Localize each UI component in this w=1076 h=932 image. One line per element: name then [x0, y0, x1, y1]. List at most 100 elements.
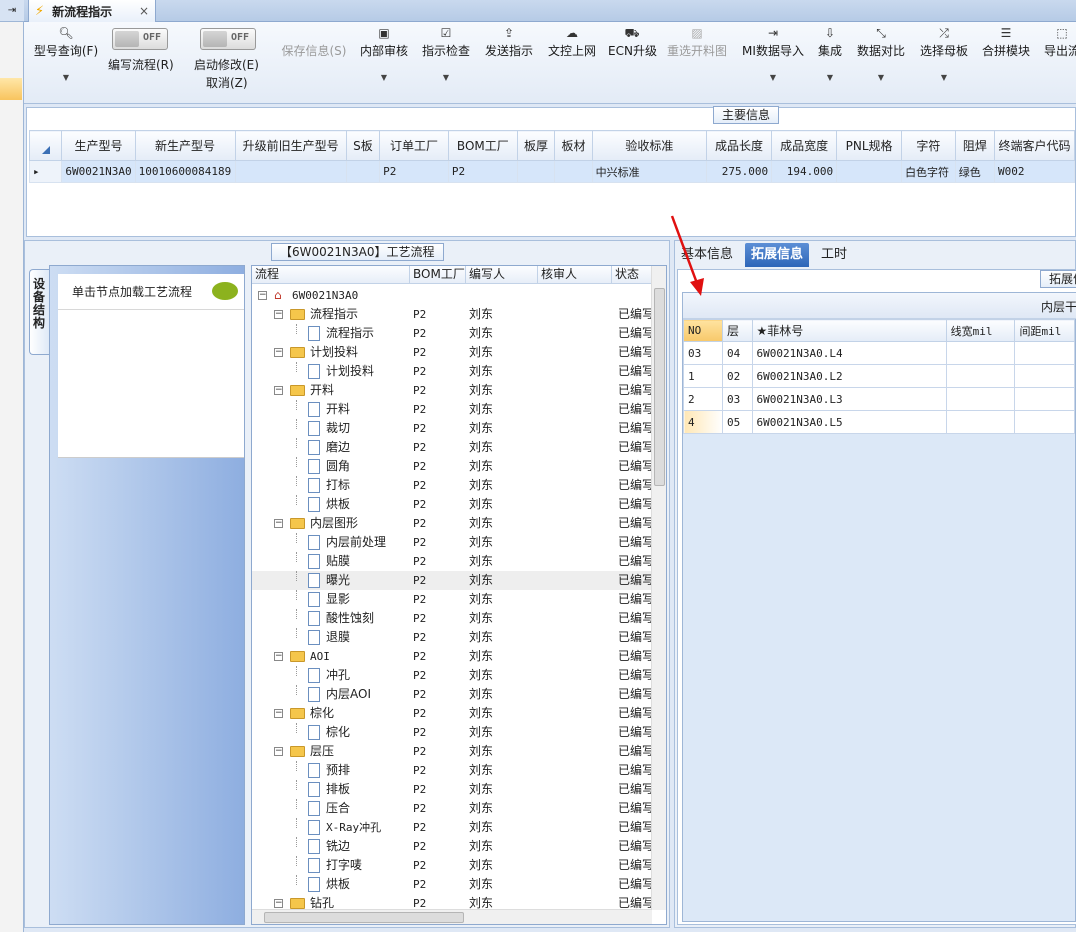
select-mother-button[interactable]: ⤮ 选择母板 ▼	[918, 22, 970, 82]
column-header[interactable]: BOM工厂	[447, 130, 518, 161]
film-column-header[interactable]: 间距mil	[1014, 319, 1075, 342]
column-header[interactable]: 字符	[901, 130, 956, 161]
tree-row[interactable]: − 开料 P2 刘东 已编写	[252, 381, 652, 400]
collapse-icon[interactable]: −	[274, 519, 283, 528]
film-no-cell[interactable]: 2	[683, 387, 723, 411]
tree-row[interactable]: 内层AOI P2 刘东 已编写	[252, 685, 652, 704]
film-film-cell[interactable]: 6W0021N3A0.L5	[751, 410, 947, 434]
tree-node-label[interactable]: 流程指示	[310, 305, 358, 324]
tree-column-header[interactable]: 核审人	[538, 266, 612, 284]
internal-review-button[interactable]: ▣ 内部审核 ▼	[358, 22, 410, 82]
table-cell[interactable]	[234, 160, 347, 183]
tree-row[interactable]: 打字唛 P2 刘东 已编写	[252, 856, 652, 875]
mi-import-button[interactable]: ⇥ MI数据导入 ▼	[738, 22, 808, 82]
tree-node-label[interactable]: 曝光	[326, 571, 350, 590]
tree-column-header[interactable]: 流程	[252, 266, 410, 284]
integrate-button[interactable]: ⇩ 集成 ▼	[816, 22, 844, 82]
table-row[interactable]: 03 04 6W0021N3A0.L4	[683, 341, 1075, 365]
tree-row[interactable]: 圆角 P2 刘东 已编写	[252, 457, 652, 476]
tree-node-label[interactable]: 内层图形	[310, 514, 358, 533]
vertical-scrollbar[interactable]	[651, 266, 666, 910]
tree-node-label[interactable]: AOI	[310, 647, 330, 666]
tree-column-header[interactable]: 状态	[612, 266, 652, 284]
table-row[interactable]: 2 03 6W0021N3A0.L3	[683, 387, 1075, 411]
table-cell[interactable]: 275.000	[706, 160, 773, 183]
table-cell[interactable]: 白色字符	[901, 160, 956, 183]
film-column-header[interactable]: ★菲林号	[751, 319, 947, 342]
tree-node-label[interactable]: 棕化	[310, 704, 334, 723]
horizontal-scrollbar[interactable]	[252, 909, 652, 924]
tree-row[interactable]: − 层压 P2 刘东 已编写	[252, 742, 652, 761]
tree-node-label[interactable]: 棕化	[326, 723, 350, 742]
tab-device-structure[interactable]: 设备结构	[29, 269, 51, 355]
film-film-cell[interactable]: 6W0021N3A0.L3	[751, 387, 947, 411]
tree-row[interactable]: 排板 P2 刘东 已编写	[252, 780, 652, 799]
tree-node-label[interactable]: 打字唛	[326, 856, 362, 875]
collapse-icon[interactable]: −	[274, 747, 283, 756]
collapse-icon[interactable]: −	[274, 386, 283, 395]
tree-row[interactable]: − ⌂ 6W0021N3A0	[252, 286, 652, 305]
table-cell[interactable]	[554, 160, 593, 183]
model-query-button[interactable]: 🔍︎ 型号查询(F) ▼	[30, 22, 102, 82]
tree-node-label[interactable]: 6W0021N3A0	[292, 286, 358, 305]
tree-row[interactable]: X-Ray冲孔 P2 刘东 已编写	[252, 818, 652, 837]
dropdown-arrow-icon[interactable]: ▼	[854, 73, 908, 82]
table-cell[interactable]	[1014, 341, 1075, 365]
column-header[interactable]: 生产型号	[61, 130, 136, 161]
tab-new-flow-instruction[interactable]: ⚡ 新流程指示 ×	[28, 0, 156, 22]
table-cell[interactable]	[945, 341, 1016, 365]
tree-node-label[interactable]: 裁切	[326, 419, 350, 438]
tree-node-label[interactable]: 圆角	[326, 457, 350, 476]
tree-row[interactable]: 内层前处理 P2 刘东 已编写	[252, 533, 652, 552]
dropdown-arrow-icon[interactable]: ▼	[816, 73, 844, 82]
tree-node-label[interactable]: 开料	[326, 400, 350, 419]
column-header[interactable]: 板材	[554, 130, 593, 161]
film-no-cell[interactable]: 4	[683, 410, 723, 434]
dropdown-arrow-icon[interactable]: ▼	[358, 73, 410, 82]
tree-node-label[interactable]: 铣边	[326, 837, 350, 856]
tree-column-header[interactable]: 编写人	[466, 266, 538, 284]
tree-row[interactable]: 磨边 P2 刘东 已编写	[252, 438, 652, 457]
film-film-cell[interactable]: 6W0021N3A0.L2	[751, 364, 947, 388]
collapse-icon[interactable]: −	[274, 310, 283, 319]
close-icon[interactable]: ×	[139, 4, 149, 18]
tree-row[interactable]: 曝光 P2 刘东 已编写	[252, 571, 652, 590]
dropdown-arrow-icon[interactable]: ▼	[918, 73, 970, 82]
export-button[interactable]: ⬚ 导出流	[1042, 22, 1076, 59]
film-no-cell[interactable]: 1	[683, 364, 723, 388]
tree-column-header[interactable]: BOM工厂	[410, 266, 466, 284]
tree-row[interactable]: 流程指示 P2 刘东 已编写	[252, 324, 652, 343]
table-cell[interactable]: 6W0021N3A0	[61, 160, 136, 183]
tree-node-label[interactable]: 流程指示	[326, 324, 374, 343]
save-info-button[interactable]: 保存信息(S)	[278, 22, 350, 59]
tab-extended-info[interactable]: 拓展信息	[745, 243, 810, 267]
table-cell[interactable]	[836, 160, 903, 183]
dropdown-arrow-icon[interactable]: ▼	[738, 73, 808, 82]
film-no-cell[interactable]: 03	[683, 341, 723, 365]
table-cell[interactable]: 绿色	[954, 160, 996, 183]
film-column-header[interactable]: NO	[683, 319, 723, 342]
tree-row[interactable]: 计划投料 P2 刘东 已编写	[252, 362, 652, 381]
collapse-icon[interactable]: −	[274, 899, 283, 908]
table-row[interactable]: 1 02 6W0021N3A0.L2	[683, 364, 1075, 388]
column-header[interactable]: 阻焊	[954, 130, 996, 161]
tree-node-label[interactable]: 内层前处理	[326, 533, 386, 552]
tab-basic-info[interactable]: 基本信息	[675, 243, 739, 267]
tree-row[interactable]: 开料 P2 刘东 已编写	[252, 400, 652, 419]
film-layer-cell[interactable]: 05	[721, 410, 753, 434]
tree-row[interactable]: − 流程指示 P2 刘东 已编写	[252, 305, 652, 324]
tree-row[interactable]: 裁切 P2 刘东 已编写	[252, 419, 652, 438]
tree-row[interactable]: 显影 P2 刘东 已编写	[252, 590, 652, 609]
table-cell[interactable]	[945, 410, 1016, 434]
data-compare-button[interactable]: ⤡ 数据对比 ▼	[854, 22, 908, 82]
tree-node-label[interactable]: 内层AOI	[326, 685, 371, 704]
tree-node-label[interactable]: 酸性蚀刻	[326, 609, 374, 628]
dropdown-arrow-icon[interactable]: ▼	[420, 73, 472, 82]
tree-row[interactable]: 压合 P2 刘东 已编写	[252, 799, 652, 818]
column-header[interactable]: 订单工厂	[379, 130, 449, 161]
column-header[interactable]: S板	[345, 130, 381, 161]
tree-node-label[interactable]: 烘板	[326, 875, 350, 894]
tree-row[interactable]: 贴膜 P2 刘东 已编写	[252, 552, 652, 571]
tree-row[interactable]: 烘板 P2 刘东 已编写	[252, 875, 652, 894]
tree-row[interactable]: 预排 P2 刘东 已编写	[252, 761, 652, 780]
